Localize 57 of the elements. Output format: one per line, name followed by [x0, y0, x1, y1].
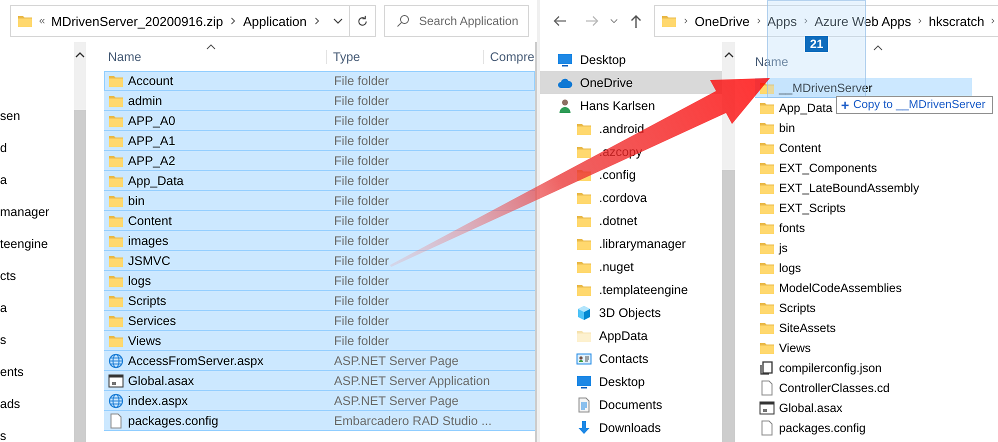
file-name: logs — [778, 260, 802, 274]
file-type: File folder — [333, 94, 389, 108]
tooltip-text: Copy to __MDrivenServer — [853, 99, 986, 111]
file-type: File folder — [333, 194, 389, 208]
file-type: File folder — [333, 134, 389, 148]
file-name: Scripts — [778, 300, 816, 314]
file-name: Views — [778, 340, 811, 354]
file-name: __MDrivenServer — [778, 80, 872, 94]
file-type: File folder — [333, 174, 389, 188]
file-name: images — [127, 234, 170, 248]
file-name: EXT_LateBoundAssembly — [778, 180, 920, 194]
file-name: packages.config — [778, 420, 866, 434]
file-name: logs — [127, 274, 152, 288]
file-name: Content — [127, 214, 173, 228]
file-type: File folder — [333, 254, 389, 268]
file-name: Account — [127, 74, 174, 88]
file-name: compilerconfig.json — [778, 360, 882, 374]
file-name: bin — [778, 120, 796, 134]
file-name: ModelCodeAssemblies — [778, 280, 902, 294]
file-name: Global.asax — [778, 400, 842, 414]
file-name: SiteAssets — [778, 320, 836, 334]
file-name: App_Data — [778, 100, 832, 114]
file-name: APP_A1 — [127, 134, 176, 148]
file-name: packages.config — [127, 414, 220, 428]
file-name: Views — [127, 334, 162, 348]
file-name: Global.asax — [127, 374, 196, 388]
file-name: index.aspx — [127, 394, 189, 408]
file-name: APP_A2 — [127, 154, 176, 168]
file-type: File folder — [333, 334, 389, 348]
file-type: File folder — [333, 214, 389, 228]
file-name: EXT_Scripts — [778, 200, 846, 214]
file-type: ASP.NET Server Page — [333, 354, 459, 368]
file-name: Services — [127, 314, 177, 328]
file-name: admin — [127, 94, 164, 108]
file-type: ASP.NET Server Page — [333, 394, 459, 408]
file-type: File folder — [333, 274, 389, 288]
file-name: Scripts — [127, 294, 168, 308]
file-type: File folder — [333, 234, 389, 248]
file-type: File folder — [333, 294, 389, 308]
file-type: File folder — [333, 74, 389, 88]
file-name: Content — [778, 140, 822, 154]
file-name: ControllerClasses.cd — [778, 380, 890, 394]
file-name: APP_A0 — [127, 114, 176, 128]
item-count-badge: 21 — [805, 36, 828, 52]
file-type: ASP.NET Server Application — [333, 374, 490, 388]
file-name: EXT_Components — [778, 160, 878, 174]
file-type: File folder — [333, 314, 389, 328]
file-type: Embarcadero RAD Studio ... — [333, 414, 492, 428]
file-type: File folder — [333, 114, 389, 128]
file-name: fonts — [778, 220, 806, 234]
file-name: JSMVC — [127, 254, 172, 268]
file-name: bin — [127, 194, 146, 208]
file-name: App_Data — [127, 174, 185, 188]
plus-icon: + — [841, 98, 850, 112]
file-name: AccessFromServer.aspx — [127, 354, 264, 368]
file-name: js — [778, 240, 788, 254]
file-type: File folder — [333, 154, 389, 168]
